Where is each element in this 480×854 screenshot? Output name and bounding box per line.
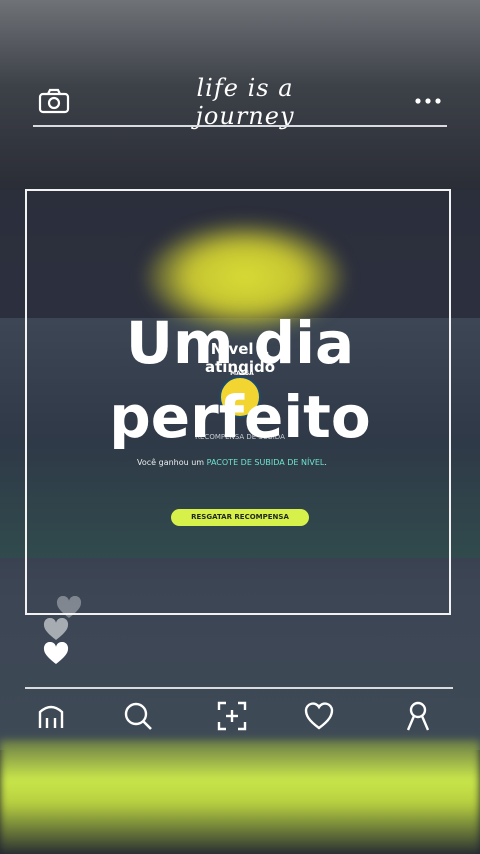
overlay-caption: Um dia perfeito (109, 309, 371, 451)
footer-divider (25, 687, 453, 689)
heart-icon (56, 596, 82, 618)
claim-reward-button[interactable]: RESGATAR RECOMPENSA (171, 509, 309, 526)
reward-prefix: Você ganhou um (137, 458, 205, 467)
reward-suffix: . (324, 458, 327, 467)
profile-icon[interactable] (402, 700, 434, 732)
heart-icon (43, 618, 69, 640)
logo-text: life is a journey (195, 74, 295, 130)
search-icon[interactable] (122, 700, 154, 732)
reward-highlight: PACOTE DE SUBIDA DE NÍVEL (206, 458, 325, 467)
more-dots-icon[interactable] (414, 96, 442, 106)
home-icon[interactable] (35, 700, 67, 732)
heart-icon[interactable] (43, 642, 69, 666)
likes-icon[interactable] (303, 700, 335, 732)
reward-message: Você ganhou um PACOTE DE SUBIDA DE NÍVEL… (137, 458, 367, 472)
bottom-background (0, 740, 480, 854)
header-divider (33, 125, 447, 127)
add-post-icon[interactable] (216, 700, 248, 732)
camera-icon[interactable] (38, 88, 70, 114)
